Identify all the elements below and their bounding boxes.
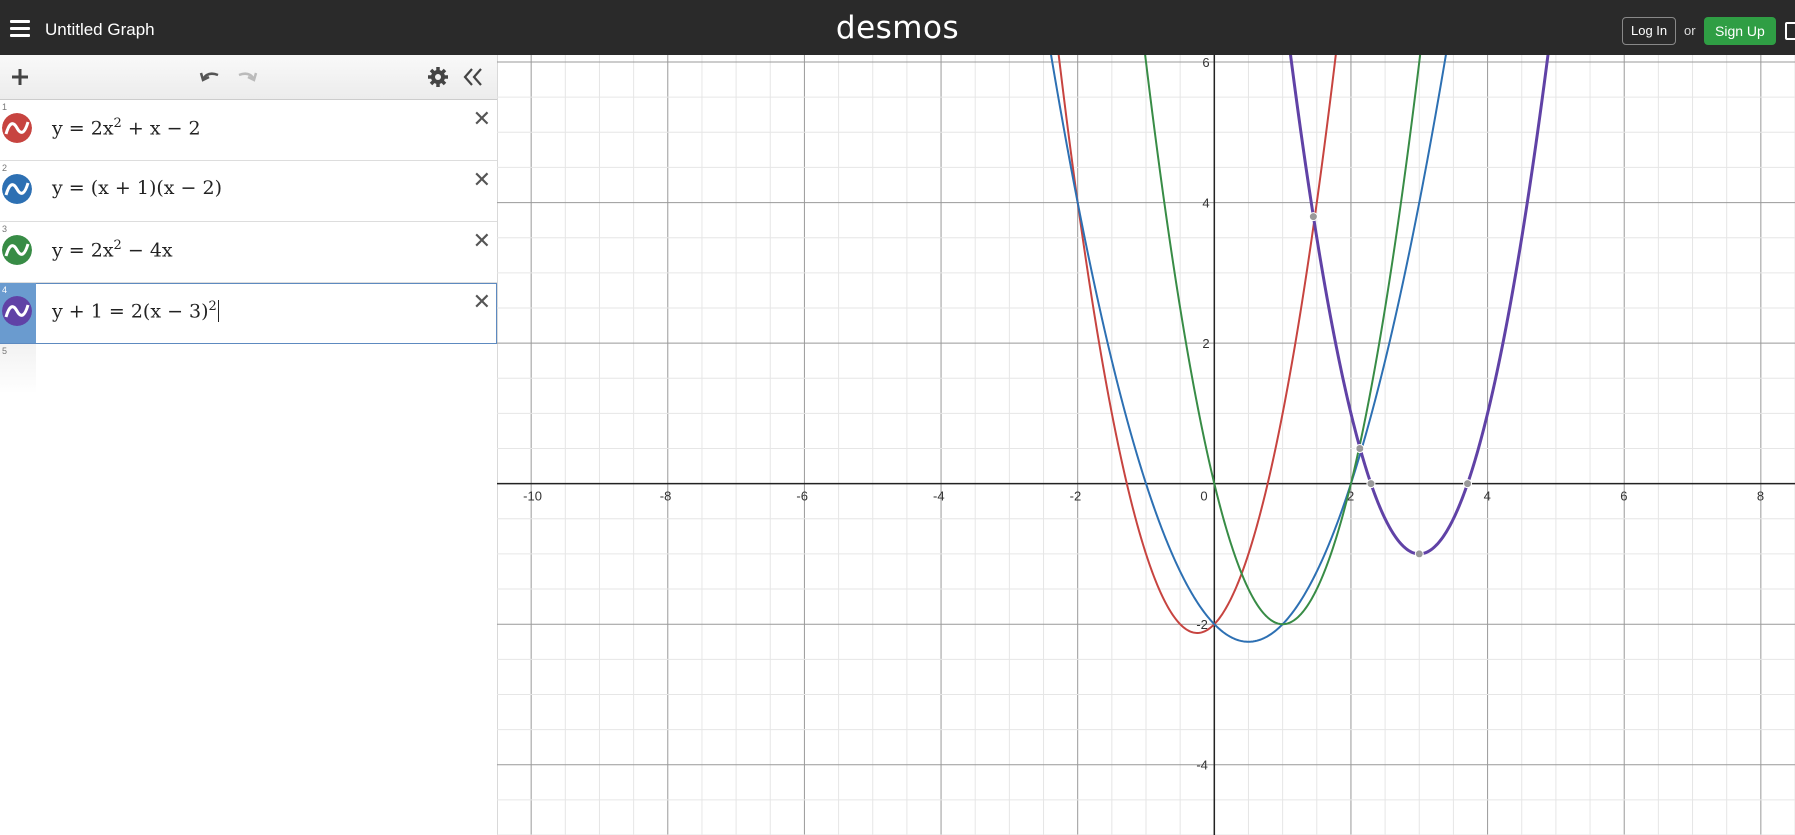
- signup-button[interactable]: Sign Up: [1704, 17, 1776, 45]
- graph-wave-icon[interactable]: [2, 174, 32, 204]
- x-tick-label: -10: [523, 489, 542, 504]
- expression-toolbar: [0, 55, 497, 100]
- expression-number: 3: [2, 224, 8, 234]
- expression-row-3[interactable]: 3 y = 2x2 − 4x ✕: [0, 222, 497, 283]
- expression-gutter: 2: [0, 161, 36, 221]
- expression-gutter: 1: [0, 100, 36, 160]
- undo-icon[interactable]: [196, 63, 224, 91]
- gear-icon[interactable]: [424, 63, 452, 91]
- plus-icon[interactable]: [6, 63, 34, 91]
- expression-gutter: 3: [0, 222, 36, 282]
- expression-row-5[interactable]: 5: [0, 344, 497, 394]
- expression-row-2[interactable]: 2 y = (x + 1)(x − 2) ✕: [0, 161, 497, 222]
- login-button[interactable]: Log In: [1622, 17, 1677, 45]
- expression-gutter: 4: [0, 283, 36, 343]
- x-tick-label: -8: [660, 489, 672, 504]
- graph-canvas[interactable]: -10 -8 -6 -4 -2 0 2 4 6 8 6 4 2 -2 -4: [497, 55, 1795, 835]
- expression-input[interactable]: y = 2x2 − 4x: [52, 238, 173, 261]
- expression-row-4[interactable]: 4 y + 1 = 2(x − 3)2 ✕: [0, 283, 497, 344]
- share-icon[interactable]: [1785, 22, 1795, 40]
- close-icon[interactable]: ✕: [473, 228, 491, 254]
- double-chevron-left-icon[interactable]: [459, 63, 487, 91]
- expression-number: 1: [2, 102, 8, 112]
- expression-number: 5: [2, 346, 8, 356]
- graph-wave-icon[interactable]: [2, 296, 32, 326]
- point-of-interest: [1366, 479, 1376, 489]
- point-of-interest: [1308, 212, 1318, 222]
- expression-input[interactable]: y = (x + 1)(x − 2): [52, 177, 222, 199]
- x-tick-label: 6: [1620, 489, 1627, 504]
- expression-number: 2: [2, 163, 8, 173]
- point-of-interest: [1355, 444, 1365, 454]
- graph-title[interactable]: Untitled Graph: [45, 20, 155, 40]
- point-of-interest: [1463, 479, 1473, 489]
- expression-panel: 1 y = 2x2 + x − 2 ✕ 2 y = (x + 1)(x − 2)…: [0, 55, 498, 835]
- graph-wave-icon[interactable]: [2, 113, 32, 143]
- x-tick-label: 0: [1200, 489, 1207, 504]
- x-tick-label: -4: [933, 489, 945, 504]
- desmos-logo: desmos: [835, 10, 960, 46]
- y-tick-label: 6: [1202, 55, 1209, 70]
- curve-1: [1057, 55, 1337, 634]
- expression-input[interactable]: y = 2x2 + x − 2: [52, 116, 201, 139]
- close-icon[interactable]: ✕: [473, 167, 491, 193]
- top-bar: Untitled Graph desmos Log In or Sign Up: [0, 0, 1795, 55]
- graph-wave-icon[interactable]: [2, 235, 32, 265]
- expression-row-1[interactable]: 1 y = 2x2 + x − 2 ✕: [0, 100, 497, 161]
- x-tick-label: -2: [1070, 489, 1082, 504]
- x-tick-label: 4: [1484, 489, 1491, 504]
- graph-svg[interactable]: -10 -8 -6 -4 -2 0 2 4 6 8642-2-4: [497, 55, 1795, 835]
- expression-list: 1 y = 2x2 + x − 2 ✕ 2 y = (x + 1)(x − 2)…: [0, 100, 497, 394]
- y-tick-label: 4: [1202, 196, 1209, 211]
- close-icon[interactable]: ✕: [473, 289, 491, 315]
- x-tick-label: 8: [1757, 489, 1764, 504]
- hamburger-menu-icon[interactable]: [10, 20, 30, 37]
- x-tick-label: -6: [796, 489, 808, 504]
- expression-gutter: 5: [0, 344, 36, 394]
- close-icon[interactable]: ✕: [473, 106, 491, 132]
- redo-icon[interactable]: [233, 63, 261, 91]
- expression-number: 4: [2, 285, 8, 295]
- or-label: or: [1684, 23, 1696, 38]
- point-of-interest: [1414, 549, 1424, 559]
- expression-input[interactable]: y + 1 = 2(x − 3)2: [52, 299, 219, 323]
- y-tick-label: -4: [1196, 758, 1208, 773]
- y-tick-label: 2: [1202, 336, 1209, 351]
